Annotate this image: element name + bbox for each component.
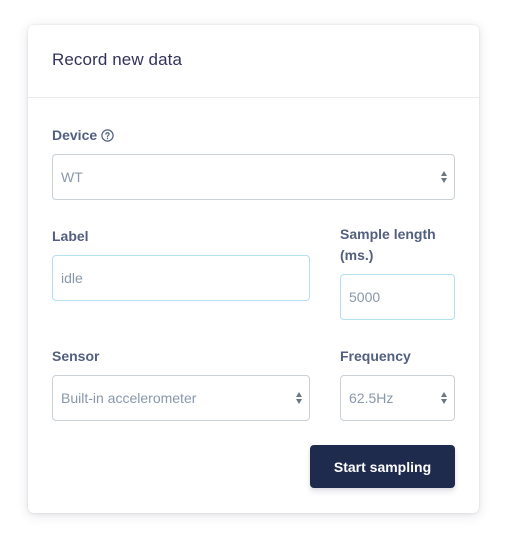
sample-length-label-line1: Sample length (340, 226, 436, 242)
card-header: Record new data (28, 25, 479, 98)
sensor-label: Sensor (52, 348, 100, 364)
device-label: Device (52, 125, 114, 148)
label-input[interactable]: idle (52, 255, 310, 301)
record-new-data-card: Record new data Device WT Label idle Sam… (28, 25, 479, 513)
frequency-select-value: 62.5Hz (349, 390, 394, 406)
sample-length-label: Sample length (ms.) (340, 224, 436, 266)
device-select[interactable]: WT (52, 154, 455, 200)
card-title: Record new data (52, 49, 183, 69)
frequency-label: Frequency (340, 348, 411, 364)
device-label-text: Device (52, 127, 98, 143)
sample-length-input[interactable]: 5000 (340, 274, 455, 320)
label-field-label: Label (52, 228, 89, 244)
sample-length-input-value: 5000 (349, 289, 381, 305)
question-circle-icon[interactable] (101, 127, 114, 148)
label-input-value: idle (61, 270, 83, 286)
sensor-select-value: Built-in accelerometer (61, 390, 197, 406)
start-sampling-button[interactable]: Start sampling (310, 445, 455, 488)
select-arrows-icon (440, 171, 448, 183)
select-arrows-icon (440, 392, 448, 404)
device-select-value: WT (61, 169, 83, 185)
sensor-select[interactable]: Built-in accelerometer (52, 375, 310, 421)
frequency-select[interactable]: 62.5Hz (340, 375, 455, 421)
sample-length-label-line2: (ms.) (340, 247, 374, 263)
select-arrows-icon (295, 392, 303, 404)
